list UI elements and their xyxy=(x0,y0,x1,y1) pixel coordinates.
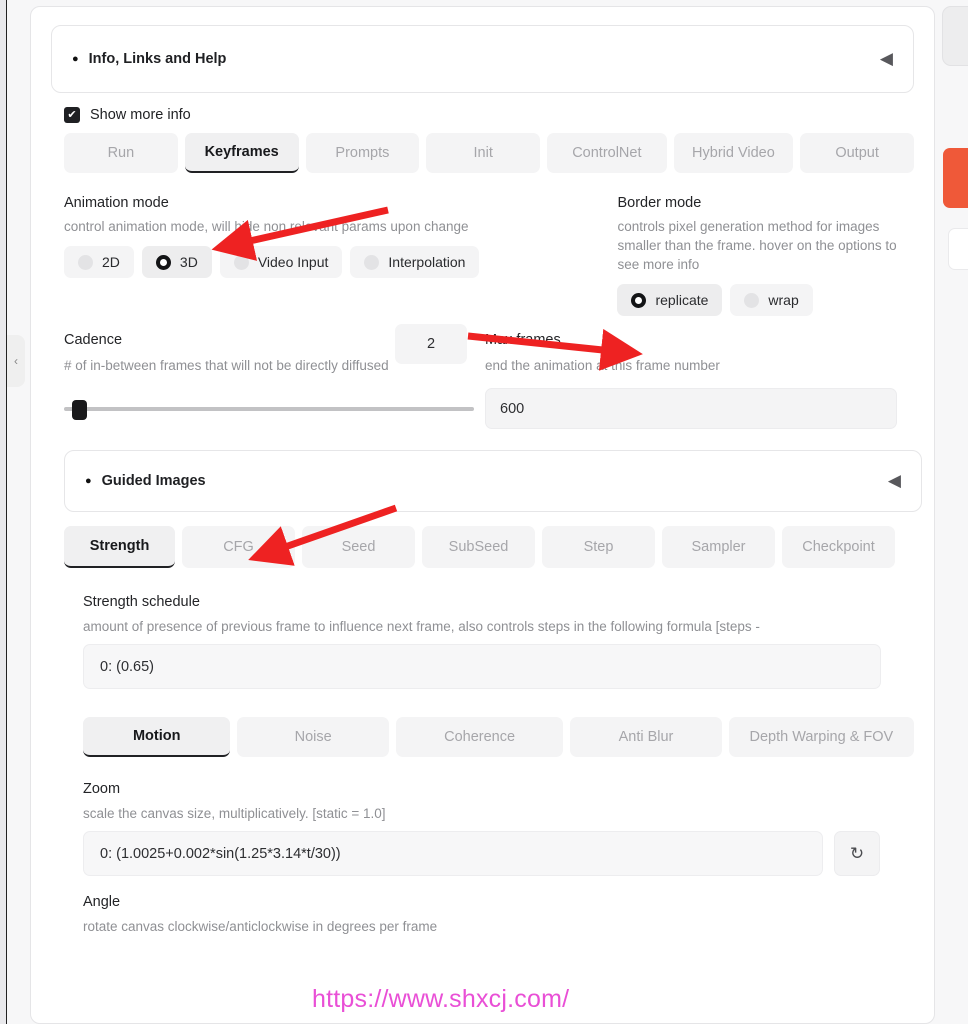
watermark-url: https://www.shxcj.com/ xyxy=(312,985,570,1013)
accordion-bullet-icon: ● xyxy=(85,474,92,487)
animation-mode-label: Animation mode xyxy=(64,195,169,211)
radio-interpolation[interactable]: Interpolation xyxy=(350,246,480,278)
radio-2d-label: 2D xyxy=(102,254,120,270)
cadence-description: # of in-between frames that will not be … xyxy=(64,358,389,373)
max-frames-input[interactable]: 600 xyxy=(485,388,897,429)
radio-3d-label: 3D xyxy=(179,254,198,270)
app-root: ‹ ● Info, Links and Help ◀ ✔ Show more i… xyxy=(0,0,968,1024)
motion-tab-strip: Motion Noise Coherence Anti Blur Depth W… xyxy=(83,717,915,757)
cadence-slider-thumb[interactable] xyxy=(72,400,87,420)
radio-circle-icon xyxy=(78,254,93,270)
side-panel-stub[interactable] xyxy=(942,6,968,66)
tab-run[interactable]: Run xyxy=(64,133,178,173)
guided-images-accordion[interactable]: ● Guided Images ◀ xyxy=(64,450,922,512)
accordion-collapse-triangle-icon[interactable]: ◀ xyxy=(880,49,893,69)
left-edge-rail xyxy=(0,0,7,1024)
animation-mode-description: control animation mode, will hide non re… xyxy=(64,219,469,234)
radio-video-input[interactable]: Video Input xyxy=(219,246,343,278)
tab-depth-warping-fov[interactable]: Depth Warping & FOV xyxy=(728,717,915,757)
show-more-info-row[interactable]: ✔ Show more info xyxy=(64,107,914,123)
accordion-title: Info, Links and Help xyxy=(88,51,227,67)
tab-coherence[interactable]: Coherence xyxy=(395,717,564,757)
keyframes-panel-card: ● Info, Links and Help ◀ ✔ Show more inf… xyxy=(30,6,935,1024)
border-mode-description: controls pixel generation method for ima… xyxy=(617,219,897,272)
radio-circle-icon xyxy=(233,254,249,270)
zoom-description: scale the canvas size, multiplicatively.… xyxy=(83,806,386,821)
show-more-info-checkbox[interactable]: ✔ xyxy=(64,107,80,123)
cadence-value-box[interactable]: 2 xyxy=(395,324,467,364)
angle-field-block: Angle rotate canvas clockwise/anticlockw… xyxy=(83,894,914,934)
tab-checkpoint[interactable]: Checkpoint xyxy=(782,526,895,568)
accordion-collapse-triangle-icon[interactable]: ◀ xyxy=(888,471,901,491)
sidebar-collapse-handle[interactable]: ‹ xyxy=(7,335,25,387)
radio-interpolation-label: Interpolation xyxy=(388,254,466,270)
tab-step[interactable]: Step xyxy=(542,526,655,568)
generate-button[interactable] xyxy=(943,148,968,208)
tab-keyframes[interactable]: Keyframes xyxy=(184,133,299,173)
border-mode-radios: replicate wrap xyxy=(617,284,914,316)
zoom-input[interactable]: 0: (1.0025+0.002*sin(1.25*3.14*t/30)) xyxy=(83,831,823,876)
mode-columns: Animation mode control animation mode, w… xyxy=(64,195,914,316)
main-tab-strip: Run Keyframes Prompts Init ControlNet Hy… xyxy=(64,133,914,173)
tab-controlnet[interactable]: ControlNet xyxy=(547,133,667,173)
border-mode-label: Border mode xyxy=(617,195,702,211)
radio-circle-icon xyxy=(364,254,380,270)
tab-cfg[interactable]: CFG xyxy=(182,526,295,568)
animation-mode-group: Animation mode control animation mode, w… xyxy=(64,195,617,316)
radio-circle-selected-icon xyxy=(155,254,171,270)
tab-sampler[interactable]: Sampler xyxy=(662,526,775,568)
tab-prompts[interactable]: Prompts xyxy=(305,133,420,173)
cadence-slider[interactable] xyxy=(64,398,474,420)
radio-video-input-label: Video Input xyxy=(257,254,329,270)
radio-2d[interactable]: 2D xyxy=(64,246,134,278)
strength-schedule-input[interactable]: 0: (0.65) xyxy=(83,644,881,689)
strength-schedule-label: Strength schedule xyxy=(83,594,200,610)
tab-subseed[interactable]: SubSeed xyxy=(422,526,535,568)
side-white-stub[interactable] xyxy=(948,228,968,270)
tab-output[interactable]: Output xyxy=(800,133,914,173)
animation-mode-radios: 2D 3D Video Input Interpolation xyxy=(64,246,617,278)
cadence-label: Cadence xyxy=(64,332,123,348)
info-links-help-accordion[interactable]: ● Info, Links and Help ◀ xyxy=(51,25,914,93)
cadence-slider-track xyxy=(64,407,474,411)
radio-circle-selected-icon xyxy=(631,292,647,308)
accordion-bullet-icon: ● xyxy=(72,52,79,65)
schedule-tab-strip: Strength CFG Seed SubSeed Step Sampler C… xyxy=(64,526,914,568)
tab-noise[interactable]: Noise xyxy=(237,717,389,757)
tab-strength[interactable]: Strength xyxy=(64,526,175,568)
zoom-label: Zoom xyxy=(83,781,121,797)
strength-schedule-description: amount of presence of previous frame to … xyxy=(83,619,760,634)
radio-wrap[interactable]: wrap xyxy=(730,284,813,316)
radio-wrap-label: wrap xyxy=(768,292,799,308)
zoom-input-row: 0: (1.0025+0.002*sin(1.25*3.14*t/30)) ↻ xyxy=(83,831,914,876)
guided-images-title: Guided Images xyxy=(101,473,206,489)
angle-label: Angle xyxy=(83,894,121,910)
panel-inner: ● Info, Links and Help ◀ ✔ Show more inf… xyxy=(31,7,934,934)
check-icon: ✔ xyxy=(67,108,77,121)
refresh-icon[interactable]: ↻ xyxy=(834,831,880,876)
max-frames-label: Max frames xyxy=(485,332,561,348)
radio-circle-icon xyxy=(744,292,760,308)
tab-init[interactable]: Init xyxy=(426,133,541,173)
cadence-maxframes-row: Cadence # of in-between frames that will… xyxy=(64,324,914,442)
zoom-field-block: Zoom scale the canvas size, multiplicati… xyxy=(83,781,914,876)
max-frames-description: end the animation at this frame number xyxy=(485,358,720,373)
border-mode-group: Border mode controls pixel generation me… xyxy=(617,195,914,316)
radio-3d[interactable]: 3D xyxy=(141,246,212,278)
chevron-left-icon: ‹ xyxy=(14,354,18,368)
angle-description: rotate canvas clockwise/anticlockwise in… xyxy=(83,919,438,934)
tab-hybrid-video[interactable]: Hybrid Video xyxy=(673,133,794,173)
tab-seed[interactable]: Seed xyxy=(302,526,415,568)
radio-replicate[interactable]: replicate xyxy=(617,284,723,316)
show-more-info-label: Show more info xyxy=(90,107,191,123)
strength-schedule-block: Strength schedule amount of presence of … xyxy=(83,594,914,689)
tab-anti-blur[interactable]: Anti Blur xyxy=(570,717,722,757)
tab-motion[interactable]: Motion xyxy=(83,717,231,757)
radio-replicate-label: replicate xyxy=(655,292,709,308)
